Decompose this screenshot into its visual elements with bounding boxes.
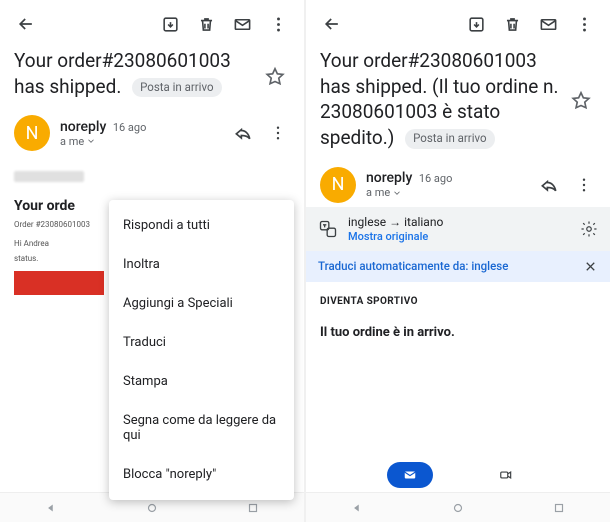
sender-row: N noreply 16 ago a me: [306, 157, 610, 207]
menu-mark-unread[interactable]: Segna come da leggere da qui: [109, 401, 294, 455]
sender-name: noreply: [60, 119, 106, 135]
sender-date: 16 ago: [419, 172, 453, 185]
menu-translate[interactable]: Traduci: [109, 323, 294, 362]
avatar[interactable]: N: [320, 167, 356, 203]
content-header: DIVENTA SPORTIVO: [320, 296, 596, 307]
menu-reply-all[interactable]: Rispondi a tutti: [109, 206, 294, 245]
close-icon[interactable]: [583, 259, 598, 274]
more-vert-icon[interactable]: [570, 10, 598, 38]
content-main-line: Il tuo ordine è in arrivo.: [320, 325, 596, 340]
translate-icon: [318, 219, 338, 239]
auto-translate-bar: Traduci automaticamente da: inglese: [306, 251, 610, 282]
subject-text: Your order#23080601003 has shipped. (Il …: [320, 48, 566, 151]
nav-recent-icon[interactable]: [552, 501, 566, 515]
sender-info[interactable]: noreply 16 ago a me: [366, 170, 526, 199]
sender-date: 16 ago: [113, 121, 147, 134]
red-button[interactable]: [14, 271, 104, 295]
message-more-icon[interactable]: [572, 176, 596, 194]
show-original-link[interactable]: Mostra originale: [348, 230, 570, 243]
left-pane: Your order#23080601003 has shipped. Post…: [0, 0, 304, 522]
to-me: a me: [60, 135, 84, 148]
mail-icon[interactable]: [228, 10, 256, 38]
menu-block[interactable]: Blocca "noreply": [109, 455, 294, 494]
inbox-chip[interactable]: Posta in arrivo: [132, 78, 221, 98]
menu-print[interactable]: Stampa: [109, 362, 294, 401]
subject-block: Your order#23080601003 has shipped. Post…: [0, 44, 304, 105]
more-vert-icon[interactable]: [264, 10, 292, 38]
star-icon[interactable]: [570, 90, 592, 112]
android-nav: [306, 492, 610, 522]
mail-chip[interactable]: [387, 462, 433, 488]
delete-icon[interactable]: [192, 10, 220, 38]
mail-icon[interactable]: [534, 10, 562, 38]
nav-home-icon[interactable]: [451, 501, 465, 515]
right-pane: Your order#23080601003 has shipped. (Il …: [306, 0, 610, 522]
to-me: a me: [366, 186, 390, 199]
inbox-chip[interactable]: Posta in arrivo: [405, 129, 494, 149]
reply-icon[interactable]: [230, 123, 256, 143]
email-content: DIVENTA SPORTIVO Il tuo ordine è in arri…: [306, 282, 610, 354]
translate-langs: inglese → italiano: [348, 215, 570, 229]
nav-recent-icon[interactable]: [246, 501, 260, 515]
delete-icon[interactable]: [498, 10, 526, 38]
sender-info[interactable]: noreply 16 ago a me: [60, 119, 220, 148]
translate-bar: inglese → italiano Mostra originale: [306, 207, 610, 251]
auto-translate-text: Traduci automaticamente da: inglese: [318, 259, 508, 273]
avatar[interactable]: N: [14, 115, 50, 151]
back-icon[interactable]: [12, 10, 40, 38]
sender-name: noreply: [366, 170, 412, 186]
archive-icon[interactable]: [156, 10, 184, 38]
gear-icon[interactable]: [580, 220, 598, 238]
menu-add-star[interactable]: Aggiungi a Speciali: [109, 284, 294, 323]
nav-back-icon[interactable]: [350, 501, 364, 515]
context-menu: Rispondi a tutti Inoltra Aggiungi a Spec…: [109, 200, 294, 500]
reply-icon[interactable]: [536, 175, 562, 195]
archive-icon[interactable]: [462, 10, 490, 38]
nav-back-icon[interactable]: [44, 501, 58, 515]
chevron-down-icon[interactable]: [392, 188, 402, 198]
topbar: [306, 0, 610, 44]
chevron-down-icon[interactable]: [86, 136, 96, 146]
subject-text: Your order#23080601003 has shipped. Post…: [14, 48, 260, 99]
video-chip[interactable]: [483, 462, 529, 488]
topbar: [0, 0, 304, 44]
menu-forward[interactable]: Inoltra: [109, 245, 294, 284]
sender-row: N noreply 16 ago a me: [0, 105, 304, 155]
message-more-icon[interactable]: [266, 124, 290, 142]
back-icon[interactable]: [318, 10, 346, 38]
subject-block: Your order#23080601003 has shipped. (Il …: [306, 44, 610, 157]
nav-home-icon[interactable]: [145, 501, 159, 515]
star-icon[interactable]: [264, 66, 286, 88]
blurred-placeholder: [14, 171, 84, 182]
